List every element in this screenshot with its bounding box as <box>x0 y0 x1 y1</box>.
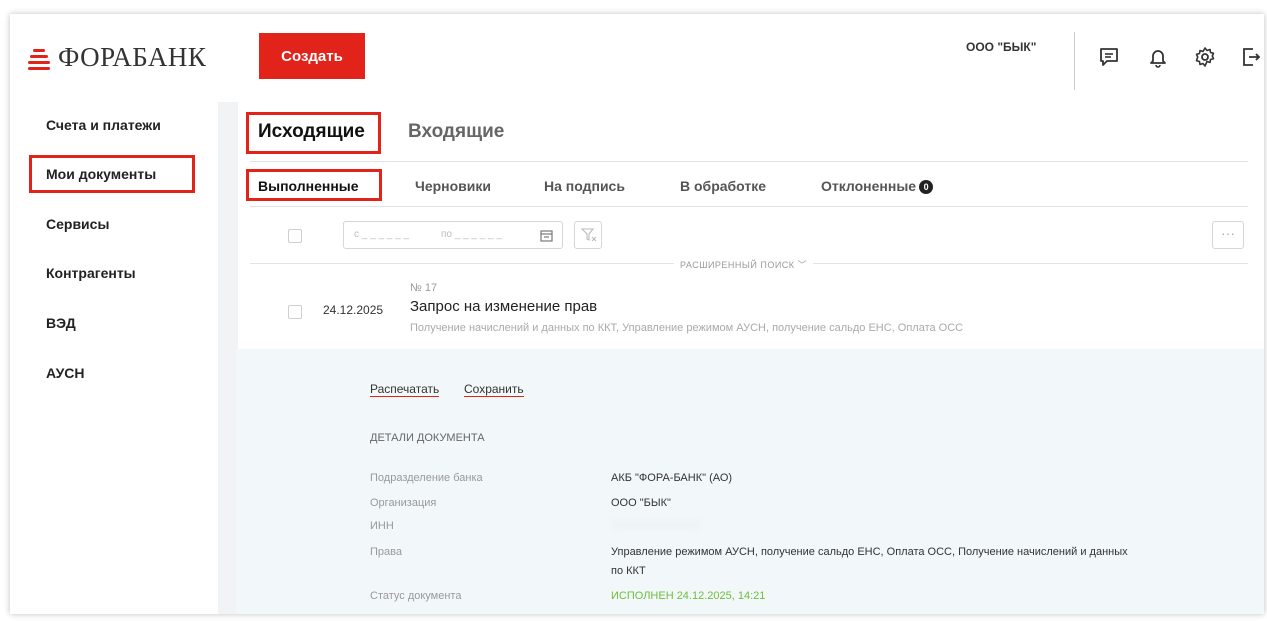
rejected-count-badge: 0 <box>919 180 934 194</box>
sidebar-item-accounts[interactable]: Счета и платежи <box>46 117 161 133</box>
logout-icon[interactable] <box>1240 46 1262 68</box>
gear-icon[interactable] <box>1194 46 1216 68</box>
document-number: № 17 <box>410 282 438 294</box>
date-to-placeholder: по _ _ _ _ _ _ <box>441 229 503 240</box>
subtab-rejected-label: Отклоненные <box>821 178 917 194</box>
calendar-icon[interactable] <box>540 229 553 242</box>
chevron-down-icon: ﹀ <box>797 260 808 270</box>
detail-label-rights: Права <box>370 546 402 558</box>
clear-filter-button[interactable] <box>574 221 602 249</box>
advanced-search-toggle[interactable]: РАСШИРЕННЫЙ ПОИСК ﹀ <box>674 258 814 271</box>
more-options-button[interactable]: ··· <box>1212 221 1244 249</box>
subtab-processing[interactable]: В обработке <box>680 178 766 194</box>
header-divider <box>1074 32 1075 90</box>
detail-value-rights: Управление режимом АУСН, получение сальд… <box>611 546 1128 558</box>
detail-value-status: ИСПОЛНЕН 24.12.2025, 14:21 <box>611 590 766 602</box>
document-title[interactable]: Запрос на изменение прав <box>410 298 597 315</box>
sidebar-item-services[interactable]: Сервисы <box>46 216 109 232</box>
advanced-search-label: РАСШИРЕННЫЙ ПОИСК <box>680 260 795 270</box>
tab-outgoing-highlight <box>246 112 381 154</box>
print-link[interactable]: Распечатать <box>370 382 440 397</box>
save-link[interactable]: Сохранить <box>464 382 524 397</box>
sidebar-highlight <box>29 155 195 193</box>
sidebar-item-ausn[interactable]: АУСН <box>46 365 85 381</box>
document-date: 24.12.2025 <box>323 303 384 317</box>
filter-clear-icon <box>581 228 597 242</box>
app-window: ФОРАБАНК Создать ООО "БЫК" Счета и плате… <box>10 14 1264 614</box>
logo-icon <box>28 47 50 70</box>
subtab-rejected[interactable]: Отклоненные 0 <box>821 178 934 194</box>
details-heading: ДЕТАЛИ ДОКУМЕНТА <box>370 432 485 444</box>
select-all-checkbox[interactable] <box>288 229 302 243</box>
tabs-divider <box>250 161 1248 162</box>
logo-text: ФОРАБАНК <box>58 42 207 72</box>
detail-value-organization: ООО "БЫК" <box>611 497 671 509</box>
subtabs-divider <box>250 206 1248 207</box>
document-subtitle: Получение начислений и данных по ККТ, Уп… <box>410 322 964 334</box>
detail-label-status: Статус документа <box>370 590 462 602</box>
tab-incoming[interactable]: Входящие <box>408 121 504 143</box>
sidebar-item-ved[interactable]: ВЭД <box>46 315 76 331</box>
document-checkbox[interactable] <box>288 305 302 319</box>
detail-label-bank-branch: Подразделение банка <box>370 472 483 484</box>
detail-value-inn-redacted <box>611 520 701 530</box>
subtab-to-sign[interactable]: На подпись <box>544 178 625 194</box>
bell-icon[interactable] <box>1147 46 1169 68</box>
detail-label-inn: ИНН <box>370 520 394 532</box>
date-from-placeholder: с _ _ _ _ _ _ <box>354 229 410 240</box>
subtab-done-highlight <box>246 169 382 201</box>
sidebar-separator <box>218 102 238 614</box>
detail-label-organization: Организация <box>370 497 437 509</box>
detail-value-rights-line2: по ККТ <box>611 565 646 577</box>
chat-icon[interactable] <box>1098 46 1120 68</box>
subtab-drafts[interactable]: Черновики <box>415 178 491 194</box>
sidebar-item-counterparties[interactable]: Контрагенты <box>46 265 136 281</box>
date-range-input[interactable]: с _ _ _ _ _ _ по _ _ _ _ _ _ <box>343 221 563 249</box>
organization-name[interactable]: ООО "БЫК" <box>966 40 1036 54</box>
bank-logo[interactable]: ФОРАБАНК <box>28 42 206 73</box>
create-button[interactable]: Создать <box>259 33 365 79</box>
detail-value-bank-branch: АКБ "ФОРА-БАНК" (АО) <box>611 472 733 484</box>
